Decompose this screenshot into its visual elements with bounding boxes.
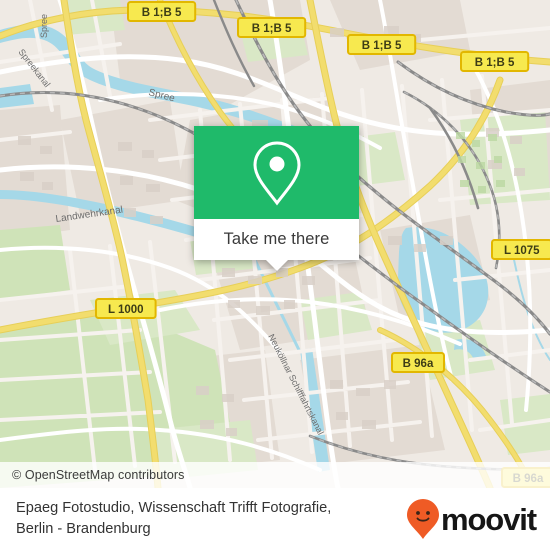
take-me-there-label: Take me there [223, 230, 330, 248]
map-place-label: Spree [39, 14, 49, 38]
road-shield-label: B 1;B 5 [362, 40, 402, 52]
road-shield-label: B 96a [403, 358, 434, 370]
popup-header [194, 126, 359, 219]
road-shield-label: B 1;B 5 [475, 57, 515, 69]
bottom-info-bar: Epaeg Fotostudio, Wissenschaft Trifft Fo… [0, 488, 550, 550]
popup-pointer-tail [265, 260, 288, 271]
osm-attribution-bar: © OpenStreetMap contributors [0, 462, 550, 488]
moovit-smiley-pin-icon [406, 499, 439, 539]
location-popup-card[interactable]: Take me there [194, 126, 359, 271]
road-shield: B 1;B 5 [347, 34, 417, 55]
moovit-wordmark: moovit [440, 501, 537, 537]
road-shield: L 1075 [491, 239, 550, 260]
road-shield: B 96a [391, 352, 445, 373]
road-shield-label: B 1;B 5 [252, 23, 292, 35]
road-shield-label: L 1000 [108, 304, 144, 316]
place-title: Epaeg Fotostudio, Wissenschaft Trifft Fo… [16, 498, 331, 540]
road-shield: B 1;B 5 [237, 17, 307, 38]
road-shield: L 1000 [95, 298, 157, 319]
place-title-line2: Berlin - Brandenburg [16, 521, 151, 537]
popup-action-bar[interactable]: Take me there [194, 219, 359, 271]
road-shield: B 1;B 5 [460, 51, 530, 72]
road-shield-label: B 1;B 5 [142, 7, 182, 19]
map-pin-icon [252, 140, 301, 206]
road-shield-label: L 1075 [504, 245, 540, 257]
road-shield: B 1;B 5 [127, 1, 197, 22]
screenshot-root: .bld{fill:#e6dfd8} .bld2{fill:#e3dbd3} .… [0, 0, 550, 550]
moovit-logo[interactable]: moovit [406, 498, 537, 540]
place-title-line1: Epaeg Fotostudio, Wissenschaft Trifft Fo… [16, 500, 332, 516]
osm-attribution-text: © OpenStreetMap contributors [12, 468, 185, 482]
